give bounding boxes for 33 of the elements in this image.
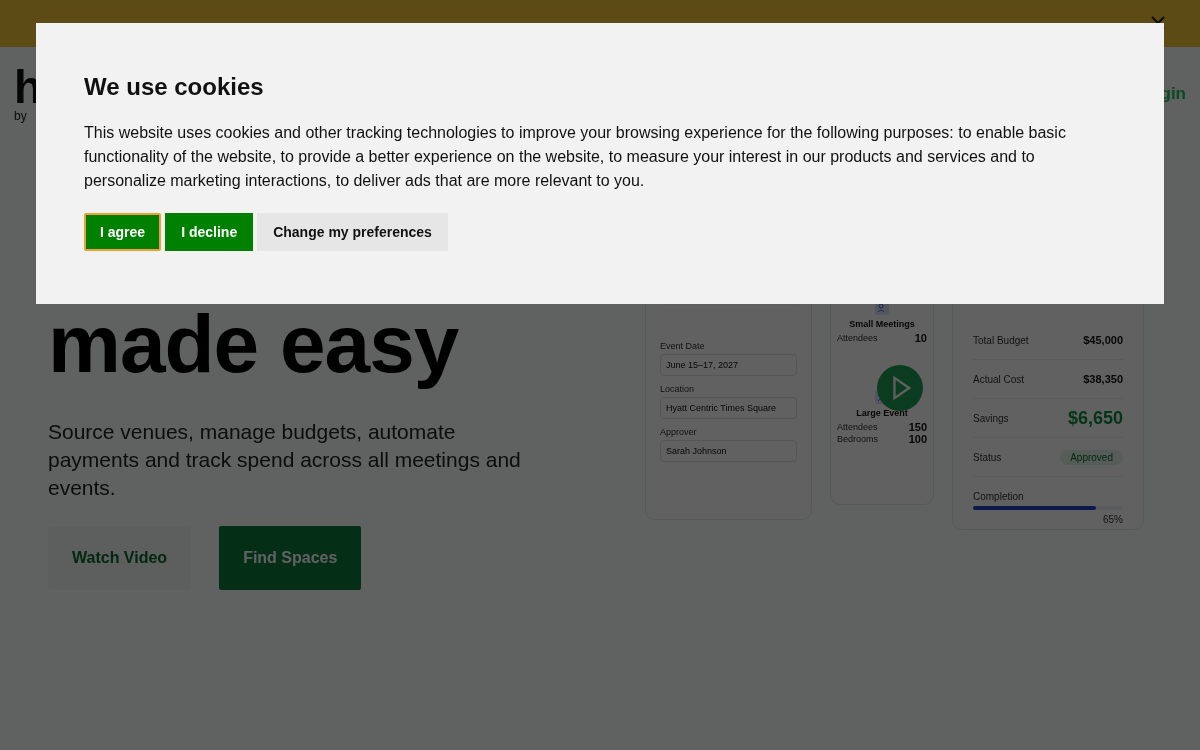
summary-value: $45,000 bbox=[1083, 334, 1123, 346]
field-label: Approver bbox=[660, 427, 698, 437]
summary-label: Total Budget bbox=[973, 334, 1029, 346]
cookie-button[interactable]: I decline bbox=[165, 213, 254, 251]
completion-label: Completion bbox=[973, 491, 1025, 502]
status-badge: Approved bbox=[1060, 449, 1123, 465]
input-field[interactable]: Sarah Johnson bbox=[660, 440, 797, 462]
hero-button[interactable]: Find Spaces bbox=[219, 526, 362, 590]
event-label: Bedrooms bbox=[837, 434, 879, 444]
field-label: Location bbox=[660, 384, 696, 394]
summary-value: $38,350 bbox=[1083, 373, 1123, 385]
progress-reading: 65% bbox=[1103, 514, 1123, 525]
event-value: 10 bbox=[914, 332, 927, 344]
summary-label: Savings bbox=[973, 412, 1009, 424]
input-field[interactable]: Hyatt Centric Times Square bbox=[660, 397, 797, 419]
field-label: Event Date bbox=[660, 341, 706, 351]
hero-heading: made easy bbox=[48, 300, 460, 388]
event-value: 100 bbox=[908, 433, 927, 445]
input-field[interactable]: June 15–17, 2027 bbox=[660, 354, 797, 376]
event-title: Small Meetings bbox=[849, 319, 915, 329]
cookie-button[interactable]: Change my preferences bbox=[257, 213, 448, 251]
summary-label: Status bbox=[973, 451, 1002, 463]
event-value: 150 bbox=[908, 421, 927, 433]
cookie-button[interactable]: I agree bbox=[84, 213, 162, 251]
logo-tagline: by bbox=[14, 108, 28, 123]
event-title: Large Event bbox=[856, 408, 908, 418]
event-label: Attendees bbox=[837, 422, 878, 432]
dialog-title: We use cookies bbox=[84, 73, 265, 101]
summary-label: Actual Cost bbox=[973, 373, 1025, 385]
hero-description: Source venues, manage budgets, automate payments and track spend across all meetings and events. bbox=[48, 419, 522, 501]
savings-value: $6,650 bbox=[1067, 407, 1123, 429]
dialog-text: This website uses cookies and other tracking technologies to improve your browsing experience for the following purposes: to enable basic functionality of the website, to provide a better experience on the website, to measure your interest in our products and services and to personalize marketing interactions, to deliver ads that are more relevant to you. bbox=[84, 123, 1067, 191]
event-label: Attendees bbox=[837, 333, 878, 343]
